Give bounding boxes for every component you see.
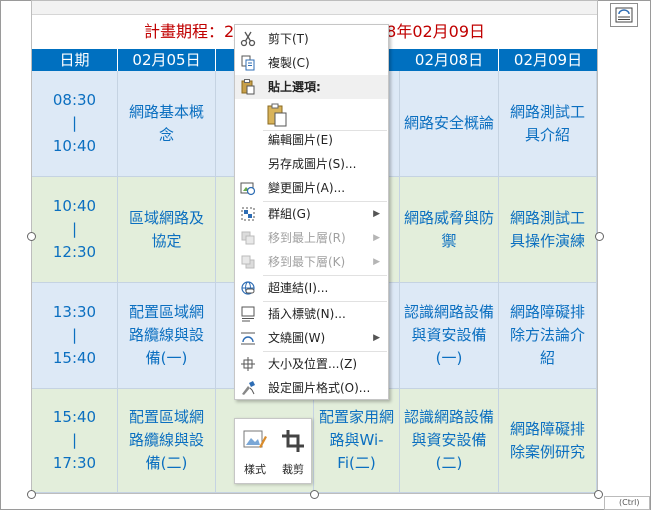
submenu-arrow-icon: ▶ [373, 209, 380, 219]
resize-handle-left[interactable] [27, 232, 36, 241]
picture-style-icon [243, 430, 267, 448]
hyperlink-icon [239, 279, 257, 297]
layout-options-icon [615, 7, 633, 23]
style-button[interactable]: 樣式 [237, 423, 273, 479]
course-cell: 網路威脅與防禦 [400, 177, 499, 283]
time-start: 15:40 [52, 408, 97, 426]
course-cell: 配置區域網路纜線與設備(一) [118, 283, 216, 389]
course-cell: 網路基本概念 [118, 71, 216, 177]
course-cell: 認識網路設備與資安設備(二) [400, 389, 499, 493]
menu-label: 另存成圖片(S)... [268, 157, 357, 171]
time-start: 13:30 [52, 303, 97, 321]
time-end: 10:40 [52, 137, 97, 155]
menu-label: 變更圖片(A)... [268, 181, 346, 195]
group-icon [239, 205, 257, 223]
menu-label: 編輯圖片(E) [268, 133, 333, 147]
menu-paste-option[interactable] [235, 99, 388, 129]
submenu-arrow-icon: ▶ [373, 333, 380, 343]
time-cell: 15:40 | 17:30 [32, 389, 118, 493]
course-cell: 認識網路設備與資安設備(一) [400, 283, 499, 389]
time-start: 08:30 [52, 91, 97, 109]
menu-label: 大小及位置...(Z) [268, 357, 358, 371]
paste-option-icon [265, 103, 289, 127]
menu-paste-options-header: 貼上選項: [235, 75, 388, 99]
schedule-top-strip [32, 1, 597, 15]
menu-item-format-picture[interactable]: 設定圖片格式(O)... [235, 376, 388, 400]
menu-item-change-picture[interactable]: 變更圖片(A)... [235, 176, 388, 200]
menu-item-edit-picture[interactable]: 編輯圖片(E) [235, 128, 388, 152]
submenu-arrow-icon: ▶ [373, 257, 380, 267]
course-cell: 網路安全概論 [400, 71, 499, 177]
menu-label: 移到最下層(K) [268, 255, 346, 269]
menu-label: 插入標號(N)... [268, 307, 346, 321]
menu-item-size-position[interactable]: 大小及位置...(Z) [235, 352, 388, 376]
crop-button[interactable]: 裁剪 [275, 423, 311, 479]
header-day-4: 02月08日 [400, 49, 499, 71]
size-position-icon [239, 355, 257, 373]
mini-toolbar: 樣式 裁剪 [234, 418, 312, 484]
menu-label: 移到最上層(R) [268, 231, 346, 245]
menu-item-save-as-picture[interactable]: 另存成圖片(S)... [235, 152, 388, 176]
time-cell: 10:40 | 12:30 [32, 177, 118, 283]
resize-handle-bottom-right[interactable] [594, 490, 603, 499]
menu-item-send-to-back[interactable]: 移到最下層(K) ▶ [235, 250, 388, 274]
course-cell: 配置家用網路與Wi-Fi(二) [314, 389, 400, 493]
menu-item-hyperlink[interactable]: 超連結(I)... [235, 276, 388, 300]
resize-handle-right[interactable] [595, 232, 604, 241]
course-cell: 網路測試工具操作演練 [499, 177, 597, 283]
menu-item-copy[interactable]: 複製(C) [235, 51, 388, 75]
layout-options-button[interactable] [610, 3, 638, 27]
time-end: 15:40 [52, 349, 97, 367]
course-cell: 網路測試工具介紹 [499, 71, 597, 177]
bring-front-icon [239, 229, 257, 247]
header-date: 日期 [32, 49, 118, 71]
caption-icon [239, 305, 257, 323]
time-sep: | [71, 326, 78, 344]
menu-item-group[interactable]: 群組(G) ▶ [235, 202, 388, 226]
menu-item-insert-caption[interactable]: 插入標號(N)... [235, 302, 388, 326]
change-picture-icon [239, 179, 257, 197]
copy-icon [239, 54, 257, 72]
course-cell: 區域網路及協定 [118, 177, 216, 283]
header-day-5: 02月09日 [499, 49, 597, 71]
time-sep: | [71, 114, 78, 132]
menu-label: 文繞圖(W) [268, 331, 326, 345]
menu-label: 剪下(T) [268, 32, 309, 46]
menu-label: 群組(G) [268, 207, 311, 221]
menu-label: 複製(C) [268, 56, 310, 70]
menu-item-wrap-text[interactable]: 文繞圖(W) ▶ [235, 326, 388, 350]
menu-label: 貼上選項: [268, 80, 321, 94]
paste-icon [239, 78, 257, 96]
header-day-1: 02月05日 [118, 49, 216, 71]
time-end: 12:30 [52, 243, 97, 261]
scissors-icon [239, 30, 257, 48]
course-cell: 配置區域網路纜線與設備(二) [118, 389, 216, 493]
time-start: 10:40 [52, 197, 97, 215]
menu-label: 設定圖片格式(O)... [268, 381, 371, 395]
menu-item-bring-to-front[interactable]: 移到最上層(R) ▶ [235, 226, 388, 250]
resize-handle-bottom[interactable] [310, 490, 319, 499]
menu-item-cut[interactable]: 剪下(T) [235, 27, 388, 51]
format-picture-icon [239, 379, 257, 397]
crop-label: 裁剪 [282, 463, 304, 476]
time-cell: 08:30 | 10:40 [32, 71, 118, 177]
course-cell: 網路障礙排除方法論介紹 [499, 283, 597, 389]
time-end: 17:30 [52, 454, 97, 472]
course-cell: 網路障礙排除案例研究 [499, 389, 597, 493]
send-back-icon [239, 253, 257, 271]
time-sep: | [71, 431, 78, 449]
resize-handle-bottom-left[interactable] [27, 490, 36, 499]
crop-icon [282, 430, 304, 452]
style-label: 樣式 [244, 463, 266, 476]
paste-options-tag[interactable]: (Ctrl) [604, 496, 650, 510]
wrap-text-icon [239, 329, 257, 347]
time-sep: | [71, 220, 78, 238]
submenu-arrow-icon: ▶ [373, 233, 380, 243]
context-menu: 剪下(T) 複製(C) 貼上選項: 編輯圖片(E) 另存成圖片(S)... 變更… [234, 24, 389, 400]
menu-label: 超連結(I)... [268, 281, 329, 295]
time-cell: 13:30 | 15:40 [32, 283, 118, 389]
